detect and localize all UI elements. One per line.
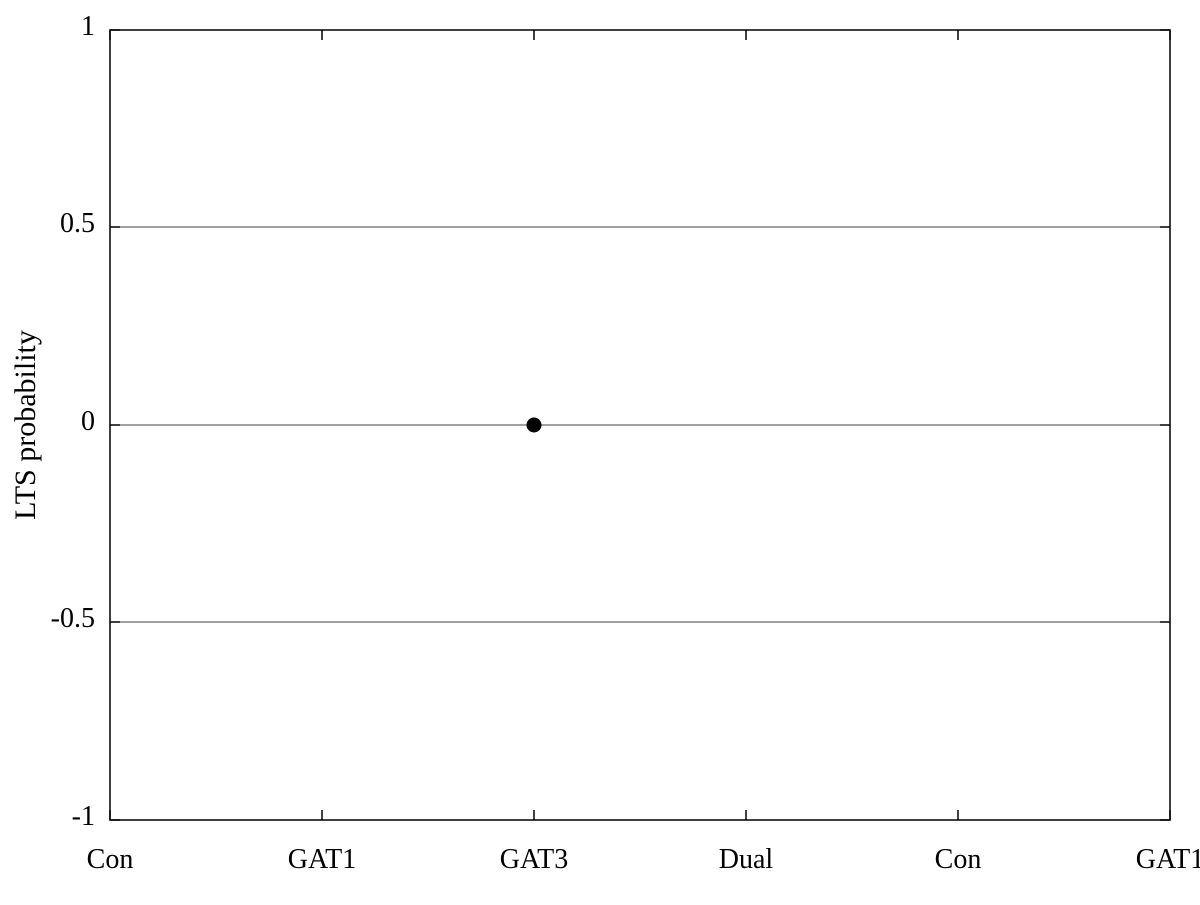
y-tick-0: 0 xyxy=(81,406,95,437)
y-tick-0.5: 0.5 xyxy=(60,208,95,239)
y-axis-label: LTS probability xyxy=(9,330,42,520)
x-label-con1: Con xyxy=(87,844,134,875)
data-point xyxy=(527,418,541,432)
x-label-dual: Dual xyxy=(719,844,774,875)
x-label-gat1-2: GAT1 xyxy=(1136,844,1200,875)
y-tick-neg1: -1 xyxy=(72,801,95,832)
x-label-gat3: GAT3 xyxy=(500,844,568,875)
chart-container: 1 0.5 0 -0.5 -1 LTS probability Con GAT1… xyxy=(0,0,1200,900)
y-tick-1: 1 xyxy=(81,11,95,42)
x-label-gat1: GAT1 xyxy=(288,844,356,875)
y-tick-neg0.5: -0.5 xyxy=(51,603,95,634)
x-label-con2: Con xyxy=(935,844,982,875)
